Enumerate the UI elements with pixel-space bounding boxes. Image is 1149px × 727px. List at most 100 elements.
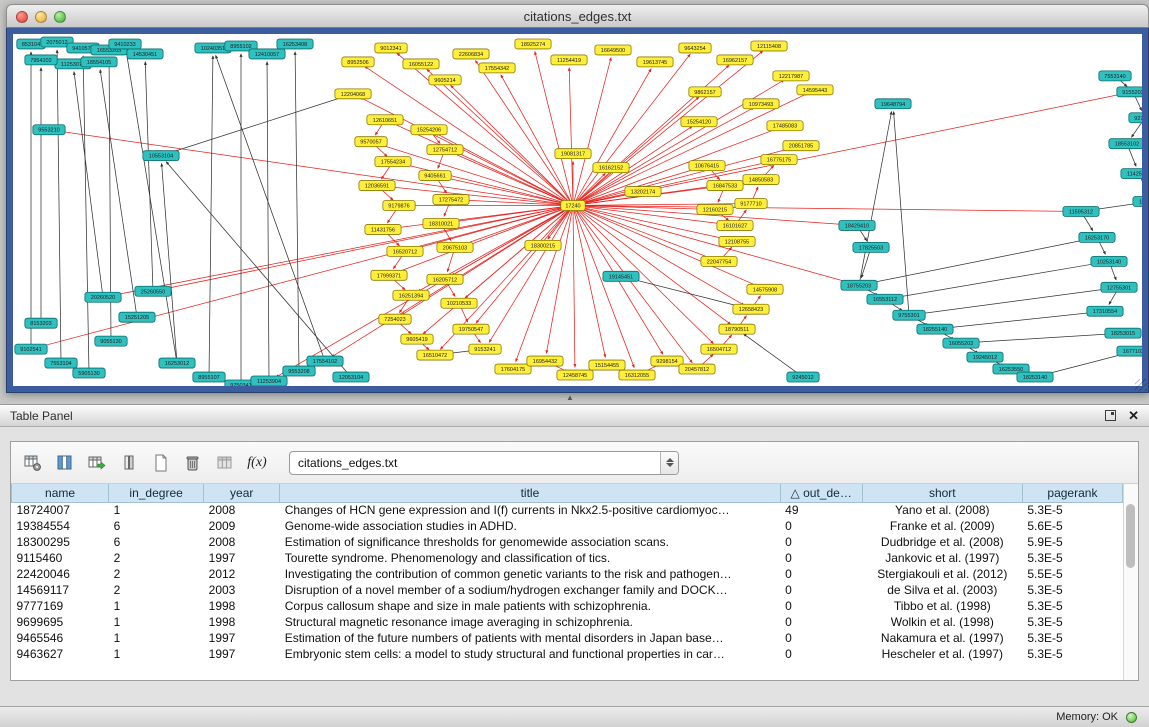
network-node[interactable]: 12458745 <box>557 370 593 380</box>
network-node[interactable]: 9153241 <box>469 344 501 354</box>
network-node[interactable]: 16649500 <box>595 45 631 55</box>
column-header-out_degree[interactable]: △ out_de… <box>780 484 862 502</box>
network-node[interactable]: 17310554 <box>1087 306 1123 316</box>
network-node[interactable]: 9177710 <box>735 199 767 209</box>
network-node[interactable]: 9179876 <box>383 201 415 211</box>
network-node[interactable]: 10973493 <box>743 99 779 109</box>
network-node[interactable]: 18429410 <box>839 220 875 230</box>
delete-table-icon[interactable] <box>211 449 239 477</box>
network-node[interactable]: 12610651 <box>367 115 403 125</box>
network-node[interactable]: 19750547 <box>453 324 489 334</box>
network-node[interactable]: 18790511 <box>719 324 755 334</box>
network-node[interactable]: 16954432 <box>527 356 563 366</box>
function-builder-icon[interactable]: f(x) <box>243 449 271 477</box>
network-node[interactable]: 19613745 <box>637 57 673 67</box>
network-node[interactable]: 12036591 <box>359 181 395 191</box>
network-node[interactable]: 16771025 <box>1117 346 1142 356</box>
table-row[interactable]: 1938455462009Genome-wide association stu… <box>12 518 1123 534</box>
column-header-year[interactable]: year <box>204 484 280 502</box>
network-node[interactable]: 9643254 <box>679 43 711 53</box>
network-node[interactable]: 12160215 <box>697 205 733 215</box>
network-node[interactable]: 11425530 <box>1121 169 1142 179</box>
table-network-selector[interactable]: citations_edges.txt <box>289 451 679 475</box>
network-node[interactable]: 18554105 <box>81 57 117 67</box>
network-node[interactable]: 25260550 <box>135 286 171 296</box>
network-node[interactable]: 10210533 <box>441 298 477 308</box>
column-header-short[interactable]: short <box>862 484 1022 502</box>
network-node[interactable]: 11254419 <box>551 55 587 65</box>
network-node[interactable]: 12204068 <box>335 89 371 99</box>
column-header-in_degree[interactable]: in_degree <box>109 484 204 502</box>
network-node[interactable]: 15254120 <box>681 117 717 127</box>
network-node[interactable]: 17485083 <box>767 121 803 131</box>
network-node[interactable]: 9102541 <box>15 344 47 354</box>
network-node[interactable]: 16251394 <box>393 290 429 300</box>
scrollbar-thumb[interactable] <box>1126 504 1135 568</box>
column-header-title[interactable]: title <box>280 484 780 502</box>
network-node[interactable]: 9012341 <box>375 43 407 53</box>
network-node[interactable]: 20457812 <box>679 364 715 374</box>
network-node[interactable]: 9605214 <box>429 75 461 85</box>
network-node[interactable]: 14850583 <box>743 175 779 185</box>
network-node[interactable]: 17554234 <box>375 157 411 167</box>
network-node[interactable]: 17999371 <box>371 270 407 280</box>
table-row[interactable]: 2242004622012Investigating the contribut… <box>12 566 1123 582</box>
network-node[interactable]: 19081317 <box>555 149 591 159</box>
network-node[interactable]: 17275472 <box>433 195 469 205</box>
network-node[interactable]: 18755203 <box>841 280 877 290</box>
network-node[interactable]: 10553104 <box>143 151 179 161</box>
network-node[interactable]: 16553112 <box>867 294 903 304</box>
network-node[interactable]: 16847533 <box>707 181 743 191</box>
network-node[interactable]: 16253408 <box>277 39 313 49</box>
network-node[interactable]: 16055203 <box>943 338 979 348</box>
network-node[interactable]: 20260520 <box>85 292 121 302</box>
network-node[interactable]: 13202174 <box>625 187 661 197</box>
table-row[interactable]: 977716911998Corpus callosum shape and si… <box>12 598 1123 614</box>
network-node[interactable]: 8153203 <box>25 318 57 328</box>
network-node[interactable]: 9570057 <box>355 137 387 147</box>
network-node[interactable]: 16504712 <box>701 344 737 354</box>
network-node[interactable]: 18310021 <box>423 218 459 228</box>
network-node[interactable]: 16205712 <box>427 274 463 284</box>
network-node[interactable]: 12658423 <box>733 304 769 314</box>
network-node[interactable]: 16055122 <box>403 59 439 69</box>
network-node[interactable]: 14530451 <box>127 49 163 59</box>
network-node[interactable]: 16520712 <box>387 246 423 256</box>
network-node[interactable]: 15254206 <box>411 125 447 135</box>
table-row[interactable]: 1830029562008Estimation of significance … <box>12 534 1123 550</box>
network-node[interactable]: 9862157 <box>689 87 721 97</box>
network-node[interactable]: 7553140 <box>1099 71 1131 81</box>
new-object-icon[interactable] <box>147 449 175 477</box>
network-node[interactable]: 9605419 <box>401 334 433 344</box>
window-resize-grip[interactable] <box>1135 379 1147 391</box>
delete-icon[interactable] <box>179 449 207 477</box>
network-node[interactable]: 17825503 <box>853 242 889 252</box>
column-icon[interactable] <box>115 449 143 477</box>
import-table-icon[interactable] <box>83 449 111 477</box>
table-row[interactable]: 911546021997Tourette syndrome. Phenomeno… <box>12 550 1123 566</box>
network-node[interactable]: 9553208 <box>283 366 315 376</box>
network-node[interactable]: 18253140 <box>1017 372 1053 382</box>
network-node[interactable]: 18925274 <box>515 39 551 49</box>
network-node[interactable]: 11431756 <box>365 224 401 234</box>
network-node[interactable]: 9553210 <box>33 125 65 135</box>
network-node[interactable]: 7254023 <box>379 314 411 324</box>
network-node[interactable]: 16312055 <box>619 370 655 380</box>
table-row[interactable]: 969969511998Structural magnetic resonanc… <box>12 614 1123 630</box>
network-node[interactable]: 18253015 <box>1105 328 1141 338</box>
float-panel-icon[interactable] <box>1105 410 1116 421</box>
network-node[interactable]: 12410057 <box>249 49 285 59</box>
network-node[interactable]: 18553102 <box>1109 139 1142 149</box>
column-header-name[interactable]: name <box>12 484 109 502</box>
table-vertical-scrollbar[interactable] <box>1123 484 1138 680</box>
network-window-titlebar[interactable]: citations_edges.txt <box>6 4 1149 28</box>
network-node[interactable]: 9405661 <box>419 171 451 181</box>
network-node[interactable]: 11415553 <box>1133 197 1142 207</box>
column-header-pagerank[interactable]: pagerank <box>1022 484 1122 502</box>
network-node[interactable]: 15154455 <box>589 360 625 370</box>
close-window-button[interactable] <box>16 11 28 23</box>
network-node[interactable]: 19145451 <box>603 271 639 281</box>
network-node[interactable]: 16962157 <box>717 55 753 65</box>
table-settings-icon[interactable] <box>19 449 47 477</box>
network-node[interactable]: 9410233 <box>109 39 141 49</box>
